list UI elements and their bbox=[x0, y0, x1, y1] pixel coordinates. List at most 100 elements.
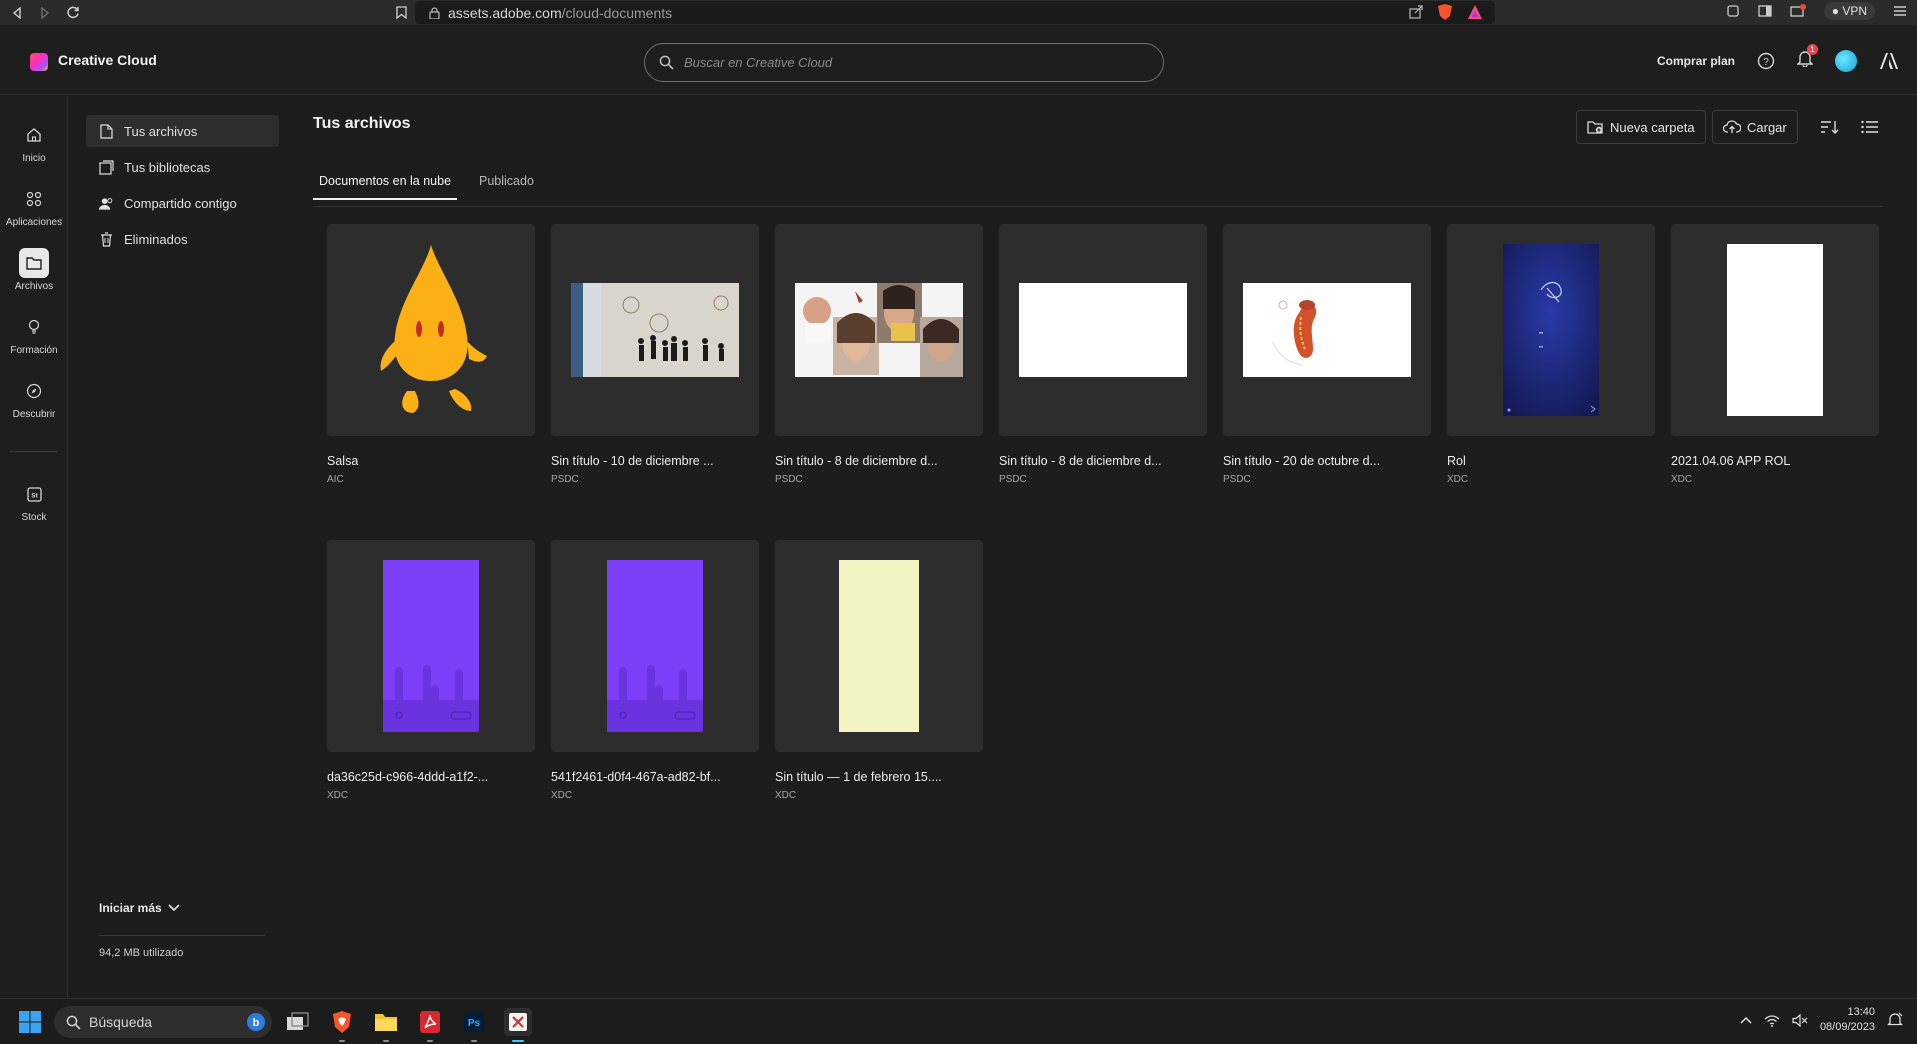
file-explorer-icon[interactable] bbox=[372, 1008, 400, 1042]
storage-usage: 94,2 MB utilizado bbox=[99, 947, 184, 959]
file-thumbnail[interactable] bbox=[1447, 224, 1655, 436]
wifi-icon[interactable] bbox=[1764, 1014, 1780, 1027]
share-icon[interactable] bbox=[1409, 5, 1423, 19]
wallet-icon[interactable] bbox=[1790, 4, 1806, 18]
sidebar-item-tus-bibliotecas[interactable]: Tus bibliotecas bbox=[86, 151, 279, 183]
file-thumbnail[interactable] bbox=[1223, 224, 1431, 436]
sort-icon[interactable] bbox=[1818, 116, 1842, 138]
file-name[interactable]: da36c25d-c966-4ddd-a1f2-... bbox=[327, 770, 535, 784]
file-name[interactable]: 2021.04.06 APP ROL bbox=[1671, 454, 1879, 468]
file-thumbnail[interactable] bbox=[1671, 224, 1879, 436]
windows-start-icon[interactable] bbox=[16, 1008, 44, 1036]
sidebar-item-compartido[interactable]: Compartido contigo bbox=[86, 187, 279, 219]
address-bar[interactable]: assets.adobe.com/cloud-documents bbox=[415, 1, 1495, 24]
back-icon[interactable] bbox=[6, 2, 28, 24]
notifications-button[interactable]: 1 bbox=[1796, 44, 1818, 72]
reload-icon[interactable] bbox=[62, 2, 84, 24]
file-name[interactable]: Sin título - 8 de diciembre d... bbox=[775, 454, 983, 468]
search-box[interactable] bbox=[644, 43, 1164, 82]
creative-cloud-logo-icon[interactable] bbox=[30, 53, 48, 71]
taskbar-search-label: Búsqueda bbox=[89, 1014, 153, 1030]
file-name[interactable]: Sin título - 20 de octubre d... bbox=[1223, 454, 1431, 468]
file-type: XDC bbox=[1447, 474, 1469, 485]
trash-icon bbox=[98, 231, 114, 247]
cloud-upload-icon bbox=[1723, 120, 1741, 133]
sidebar-item-eliminados[interactable]: Eliminados bbox=[86, 223, 279, 255]
acrobat-icon[interactable] bbox=[416, 1008, 444, 1042]
buy-plan-link[interactable]: Comprar plan bbox=[1657, 54, 1735, 68]
file-thumbnail[interactable] bbox=[551, 540, 759, 752]
sidebar-toggle-icon[interactable] bbox=[1758, 4, 1772, 18]
rail-item-aplicaciones[interactable]: Aplicaciones bbox=[0, 184, 68, 228]
file-name[interactable]: 541f2461-d0f4-467a-ad82-bf... bbox=[551, 770, 759, 784]
svg-text:b: b bbox=[253, 1017, 260, 1029]
menu-icon[interactable] bbox=[1893, 5, 1907, 17]
rail-item-formacion[interactable]: Formación bbox=[0, 312, 68, 356]
sidebar-item-tus-archivos[interactable]: Tus archivos bbox=[86, 115, 279, 147]
file-card[interactable]: Sin título — 1 de febrero 15.... XDC bbox=[775, 540, 983, 801]
file-name[interactable]: Salsa bbox=[327, 454, 535, 468]
file-card[interactable]: Sin título - 8 de diciembre d... PSDC bbox=[999, 224, 1207, 485]
blank-app-screen-image bbox=[1727, 244, 1823, 416]
vpn-button[interactable]: ● VPN bbox=[1823, 2, 1875, 20]
bing-icon: b bbox=[247, 1013, 265, 1031]
rail-item-inicio[interactable]: Inicio bbox=[0, 120, 68, 164]
rail-label: Archivos bbox=[14, 281, 54, 292]
rail-item-descubrir[interactable]: Descubrir bbox=[0, 376, 68, 420]
file-card[interactable]: 2021.04.06 APP ROL XDC bbox=[1671, 224, 1879, 485]
help-icon[interactable]: ? bbox=[1757, 52, 1775, 70]
file-thumbnail[interactable] bbox=[327, 540, 535, 752]
file-card[interactable]: Salsa AIC bbox=[327, 224, 535, 485]
file-thumbnail[interactable] bbox=[327, 224, 535, 436]
upload-label: Cargar bbox=[1747, 119, 1787, 135]
file-thumbnail[interactable] bbox=[999, 224, 1207, 436]
apps-grid-icon bbox=[19, 184, 49, 214]
task-view-icon[interactable] bbox=[284, 1008, 312, 1036]
file-name[interactable]: Sin título - 8 de diciembre d... bbox=[999, 454, 1207, 468]
file-thumbnail[interactable] bbox=[551, 224, 759, 436]
clock[interactable]: 13:40 08/09/2023 bbox=[1820, 1005, 1875, 1035]
file-card[interactable]: da36c25d-c966-4ddd-a1f2-... XDC bbox=[327, 540, 535, 801]
file-thumbnail[interactable] bbox=[775, 540, 983, 752]
new-folder-icon bbox=[1587, 120, 1603, 134]
taskbar-search[interactable]: Búsqueda b bbox=[54, 1006, 272, 1038]
upload-button[interactable]: Cargar bbox=[1712, 110, 1798, 144]
brave-rewards-icon[interactable] bbox=[1467, 4, 1483, 20]
notification-center-icon[interactable] bbox=[1887, 1012, 1903, 1028]
file-name[interactable]: Rol bbox=[1447, 454, 1655, 468]
list-view-icon[interactable] bbox=[1858, 116, 1882, 138]
brave-browser-icon[interactable] bbox=[328, 1008, 356, 1042]
adobe-logo-icon[interactable] bbox=[1879, 52, 1899, 70]
tab-documentos-nube[interactable]: Documentos en la nube bbox=[313, 174, 458, 200]
start-more-label: Iniciar más bbox=[99, 901, 162, 915]
file-type: XDC bbox=[551, 790, 573, 801]
file-name[interactable]: Sin título - 10 de diciembre ... bbox=[551, 454, 759, 468]
file-thumbnail[interactable] bbox=[775, 224, 983, 436]
volume-muted-icon[interactable] bbox=[1792, 1013, 1808, 1027]
file-card[interactable]: Sin título - 10 de diciembre ... PSDC bbox=[551, 224, 759, 485]
forward-icon[interactable] bbox=[34, 2, 56, 24]
sketch-drawing-image bbox=[571, 283, 739, 377]
sidebar-item-label: Eliminados bbox=[124, 231, 188, 247]
tab-publicado[interactable]: Publicado bbox=[473, 174, 540, 198]
new-folder-button[interactable]: Nueva carpeta bbox=[1576, 110, 1706, 144]
snipping-tool-icon[interactable] bbox=[504, 1008, 532, 1042]
purple-app-screen-image bbox=[607, 560, 703, 732]
brave-shield-icon[interactable] bbox=[1437, 3, 1453, 21]
rail-item-stock[interactable]: St Stock bbox=[0, 479, 68, 523]
file-card[interactable]: Rol XDC bbox=[1447, 224, 1655, 485]
search-icon bbox=[66, 1015, 81, 1030]
photoshop-icon[interactable]: Ps bbox=[460, 1008, 488, 1042]
file-name[interactable]: Sin título — 1 de febrero 15.... bbox=[775, 770, 983, 784]
file-card[interactable]: 541f2461-d0f4-467a-ad82-bf... XDC bbox=[551, 540, 759, 801]
avatar[interactable] bbox=[1835, 49, 1857, 72]
bookmark-icon[interactable] bbox=[390, 2, 412, 24]
file-card[interactable]: Sin título - 20 de octubre d... PSDC bbox=[1223, 224, 1431, 485]
extensions-icon[interactable] bbox=[1726, 4, 1740, 18]
start-more-dropdown[interactable]: Iniciar más bbox=[99, 901, 180, 915]
rail-item-archivos[interactable]: Archivos bbox=[0, 248, 68, 292]
search-input[interactable] bbox=[684, 55, 1124, 70]
app-title[interactable]: Creative Cloud bbox=[58, 52, 157, 68]
file-card[interactable]: Sin título - 8 de diciembre d... PSDC bbox=[775, 224, 983, 485]
chevron-up-icon[interactable] bbox=[1740, 1016, 1752, 1024]
